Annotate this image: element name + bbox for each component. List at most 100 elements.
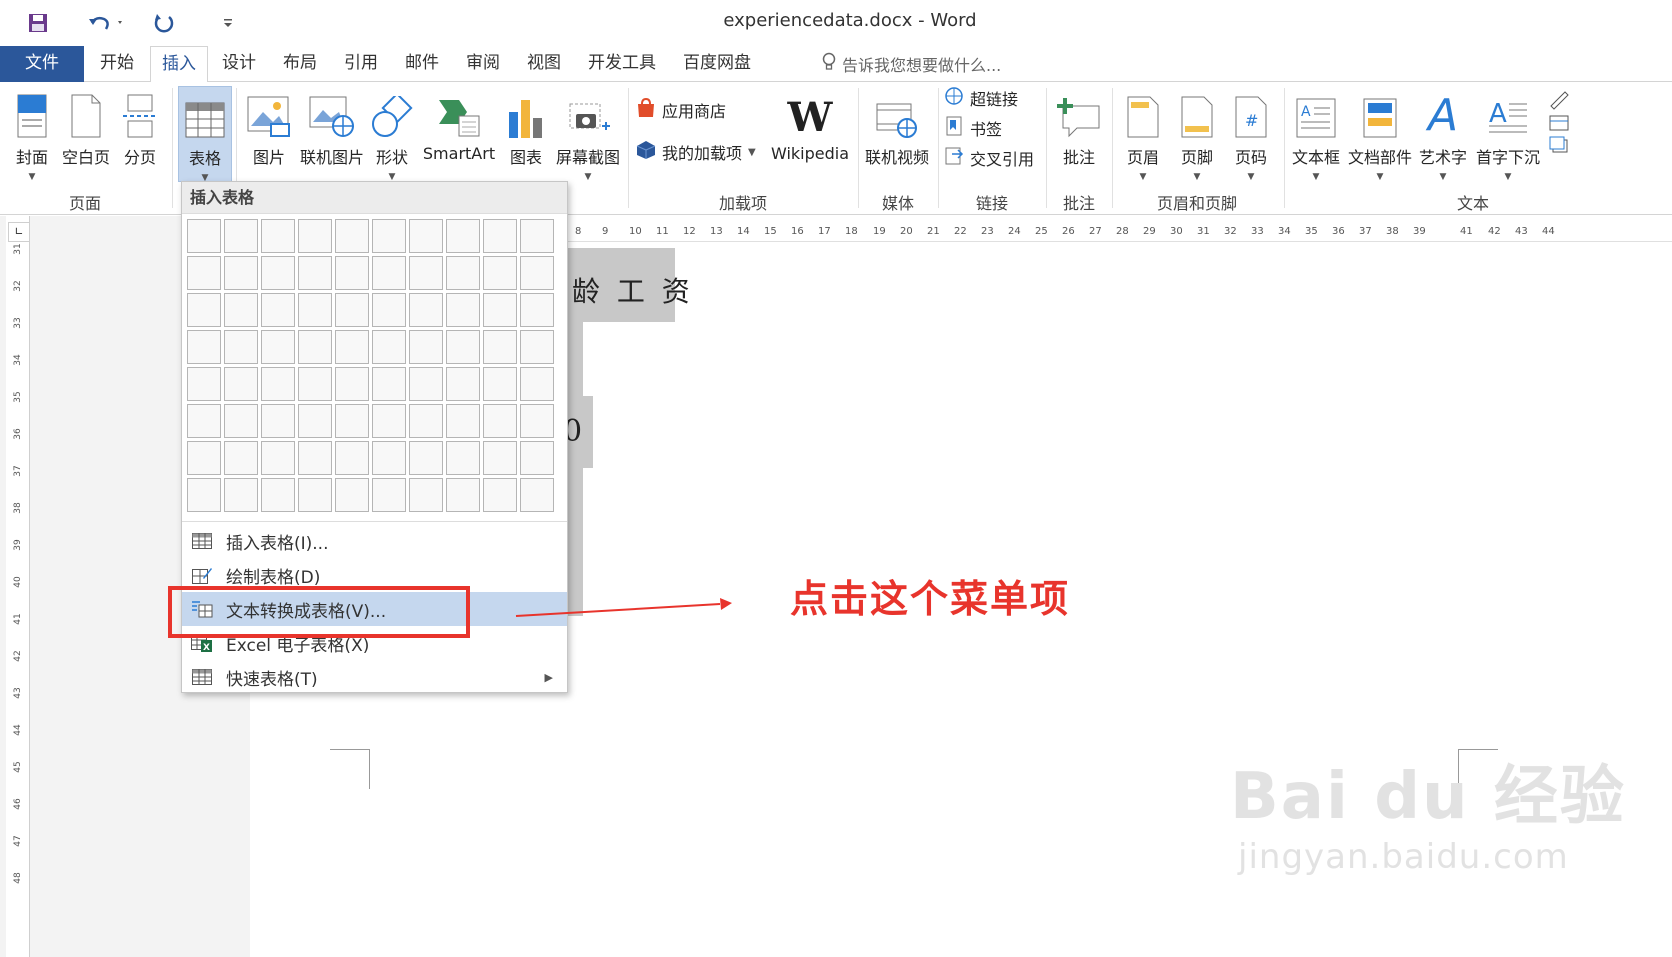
grid-cell[interactable] — [261, 293, 295, 327]
tab-references[interactable]: 引用 — [336, 46, 386, 82]
grid-cell[interactable] — [224, 256, 258, 290]
grid-cell[interactable] — [335, 330, 369, 364]
grid-cell[interactable] — [298, 330, 332, 364]
vertical-ruler[interactable]: 31 32 33 34 35 36 37 38 39 40 41 42 43 44 45 46 47 48 — [6, 216, 30, 957]
grid-cell[interactable] — [261, 330, 295, 364]
grid-cell[interactable] — [520, 404, 554, 438]
grid-cell[interactable] — [446, 219, 480, 253]
grid-cell[interactable] — [187, 404, 221, 438]
cross-reference-button[interactable]: 交叉引用 — [944, 146, 1034, 170]
table-size-grid[interactable] — [187, 219, 554, 512]
grid-cell[interactable] — [372, 219, 406, 253]
grid-cell[interactable] — [520, 330, 554, 364]
grid-cell[interactable] — [520, 293, 554, 327]
chart-button[interactable]: 图表 — [504, 86, 548, 168]
tab-baidu-netdisk[interactable]: 百度网盘 — [676, 46, 758, 82]
grid-cell[interactable] — [187, 256, 221, 290]
grid-cell[interactable] — [187, 478, 221, 512]
grid-cell[interactable] — [224, 219, 258, 253]
wordart-button[interactable]: A 艺术字 ▼ — [1416, 86, 1470, 183]
grid-cell[interactable] — [335, 404, 369, 438]
grid-cell[interactable] — [372, 478, 406, 512]
cover-page-button[interactable]: 封面 ▼ — [10, 86, 54, 182]
grid-cell[interactable] — [335, 256, 369, 290]
grid-cell[interactable] — [372, 293, 406, 327]
page-number-button[interactable]: # 页码 ▼ — [1228, 86, 1274, 182]
textbox-button[interactable]: A 文本框 ▼ — [1288, 86, 1344, 182]
grid-cell[interactable] — [483, 478, 517, 512]
grid-cell[interactable] — [409, 367, 443, 401]
grid-cell[interactable] — [261, 256, 295, 290]
store-button[interactable]: 应用商店 — [636, 97, 726, 122]
grid-cell[interactable] — [335, 367, 369, 401]
tell-me-box[interactable]: 告诉我您想要做什么... — [822, 52, 1001, 76]
grid-cell[interactable] — [261, 478, 295, 512]
grid-cell[interactable] — [446, 478, 480, 512]
menu-item-quick-tables[interactable]: 快速表格(T) ▶ — [182, 660, 567, 694]
blank-page-button[interactable]: 空白页 — [58, 86, 114, 168]
header-button[interactable]: 页眉 ▼ — [1120, 86, 1166, 182]
grid-cell[interactable] — [483, 441, 517, 475]
grid-cell[interactable] — [298, 219, 332, 253]
grid-cell[interactable] — [298, 293, 332, 327]
grid-cell[interactable] — [372, 256, 406, 290]
grid-cell[interactable] — [224, 441, 258, 475]
grid-cell[interactable] — [483, 293, 517, 327]
undo-icon[interactable] — [84, 8, 128, 38]
grid-cell[interactable] — [335, 441, 369, 475]
smartart-button[interactable]: SmartArt — [420, 86, 498, 163]
drop-cap-button[interactable]: A 首字下沉 ▼ — [1472, 86, 1544, 182]
grid-cell[interactable] — [224, 330, 258, 364]
grid-cell[interactable] — [372, 330, 406, 364]
tab-design[interactable]: 设计 — [214, 46, 264, 82]
grid-cell[interactable] — [483, 256, 517, 290]
grid-cell[interactable] — [261, 219, 295, 253]
picture-button[interactable]: 图片 — [244, 86, 294, 168]
grid-cell[interactable] — [224, 367, 258, 401]
grid-cell[interactable] — [335, 219, 369, 253]
save-icon[interactable] — [26, 8, 50, 38]
grid-cell[interactable] — [409, 330, 443, 364]
grid-cell[interactable] — [446, 330, 480, 364]
shapes-button[interactable]: 形状 ▼ — [370, 86, 414, 182]
tab-review[interactable]: 审阅 — [458, 46, 508, 82]
online-video-button[interactable]: 联机视频 — [862, 86, 932, 168]
grid-cell[interactable] — [409, 256, 443, 290]
tab-mailings[interactable]: 邮件 — [397, 46, 447, 82]
grid-cell[interactable] — [520, 441, 554, 475]
tab-developer[interactable]: 开发工具 — [582, 46, 662, 82]
grid-cell[interactable] — [446, 256, 480, 290]
grid-cell[interactable] — [520, 478, 554, 512]
grid-cell[interactable] — [224, 478, 258, 512]
grid-cell[interactable] — [187, 367, 221, 401]
tab-insert[interactable]: 插入 — [150, 46, 208, 83]
grid-cell[interactable] — [409, 293, 443, 327]
page-break-button[interactable]: 分页 — [118, 86, 162, 168]
grid-cell[interactable] — [409, 219, 443, 253]
grid-cell[interactable] — [409, 441, 443, 475]
grid-cell[interactable] — [261, 441, 295, 475]
grid-cell[interactable] — [187, 330, 221, 364]
grid-cell[interactable] — [446, 367, 480, 401]
hyperlink-button[interactable]: 超链接 — [944, 86, 1018, 110]
grid-cell[interactable] — [298, 441, 332, 475]
grid-cell[interactable] — [335, 478, 369, 512]
grid-cell[interactable] — [298, 256, 332, 290]
grid-cell[interactable] — [483, 219, 517, 253]
new-comment-button[interactable]: 批注 — [1052, 86, 1106, 168]
grid-cell[interactable] — [446, 293, 480, 327]
customize-qat-icon[interactable] — [220, 8, 236, 38]
grid-cell[interactable] — [483, 367, 517, 401]
tab-home[interactable]: 开始 — [92, 46, 142, 82]
grid-cell[interactable] — [372, 441, 406, 475]
grid-cell[interactable] — [224, 293, 258, 327]
grid-cell[interactable] — [520, 367, 554, 401]
wikipedia-button[interactable]: W Wikipedia — [768, 86, 852, 164]
grid-cell[interactable] — [298, 478, 332, 512]
grid-cell[interactable] — [224, 404, 258, 438]
grid-cell[interactable] — [446, 404, 480, 438]
tab-file[interactable]: 文件 — [0, 46, 84, 82]
screenshot-button[interactable]: 屏幕截图 ▼ — [552, 86, 624, 182]
grid-cell[interactable] — [187, 293, 221, 327]
menu-item-insert-table[interactable]: 插入表格(I)... — [182, 524, 567, 558]
